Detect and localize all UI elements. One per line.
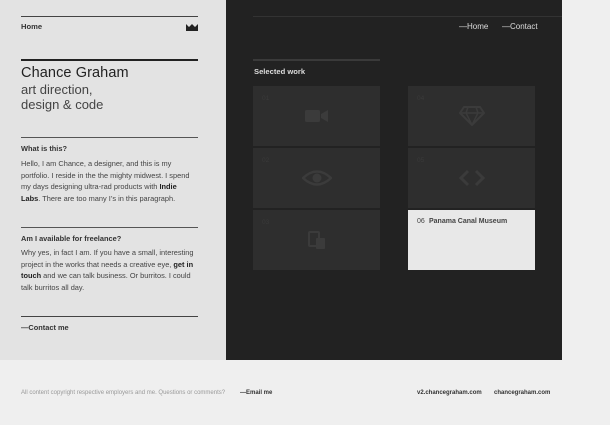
tile-number: 06 (417, 218, 425, 225)
freelance-text-2: and we can talk business. Or burritos. I… (21, 271, 191, 292)
nav-divider (253, 16, 562, 17)
nav-contact-link[interactable]: —Contact (502, 22, 538, 31)
contact-divider (21, 316, 198, 317)
freelance-divider (21, 227, 198, 228)
tagline: art direction, design & code (21, 82, 103, 112)
about-divider (21, 137, 198, 138)
work-tile-04[interactable]: 04 (408, 86, 535, 146)
about-text-2: . There are too many I’s in this paragra… (38, 193, 176, 203)
work-divider (253, 59, 380, 61)
tile-number: 02 (262, 157, 270, 164)
nav-home-link[interactable]: —Home (459, 22, 488, 31)
work-tile-03[interactable]: 03 (253, 210, 380, 270)
freelance-paragraph: Why yes, in fact I am. If you have a sma… (21, 247, 197, 293)
sidebar: Home Chance Graham art direction, design… (0, 0, 226, 360)
v2-site-link[interactable]: v2.chancegraham.com (417, 390, 482, 396)
eye-icon (301, 170, 332, 186)
freelance-text-1: Why yes, in fact I am. If you have a sma… (21, 248, 194, 269)
code-icon (458, 169, 485, 187)
home-link[interactable]: Home (21, 22, 42, 31)
freelance-heading: Am I available for freelance? (21, 234, 122, 243)
email-me-link[interactable]: —Email me (240, 390, 272, 396)
tagline-line-2: design & code (21, 97, 104, 112)
devices-icon (307, 231, 325, 249)
work-tile-02[interactable]: 02 (253, 148, 380, 208)
about-paragraph: Hello, I am Chance, a designer, and this… (21, 158, 197, 204)
selected-work-heading: Selected work (254, 67, 306, 76)
name-divider (21, 59, 198, 61)
site-title: Chance Graham (21, 65, 129, 81)
tile-number: 05 (417, 157, 425, 164)
tile-number: 01 (262, 95, 270, 102)
copyright-text: All content copyright respective employe… (21, 390, 226, 396)
main-panel: —Home —Contact Selected work 01 02 03 04 (226, 0, 562, 360)
video-camera-icon (304, 110, 328, 122)
tile-title: Panama Canal Museum (429, 218, 508, 225)
top-divider (21, 16, 198, 17)
diamond-icon (458, 106, 485, 126)
tile-number: 03 (262, 219, 270, 226)
contact-me-link[interactable]: —Contact me (21, 323, 69, 332)
right-margin (562, 0, 610, 360)
crown-icon[interactable] (186, 24, 198, 31)
work-tile-01[interactable]: 01 (253, 86, 380, 146)
about-heading: What is this? (21, 144, 67, 153)
tile-number: 04 (417, 95, 425, 102)
work-tile-05[interactable]: 05 (408, 148, 535, 208)
work-tile-06[interactable]: 06 Panama Canal Museum (408, 210, 535, 270)
main-site-link[interactable]: chancegraham.com (494, 390, 550, 396)
tagline-line-1: art direction, (21, 82, 93, 97)
